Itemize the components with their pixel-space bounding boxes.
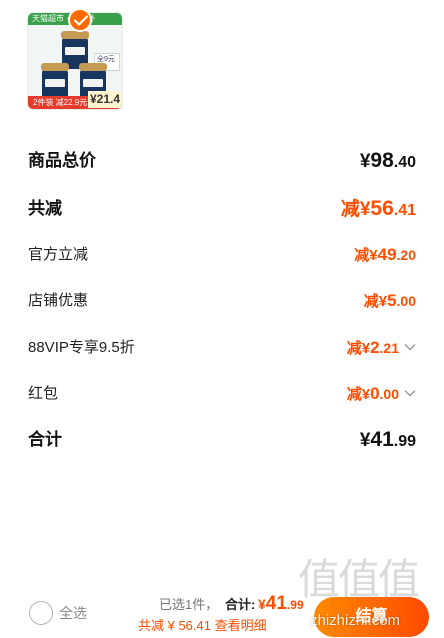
row-label: 红包 <box>28 385 59 402</box>
row-label: 商品总价 <box>28 151 96 170</box>
summary-row-grand-total: 合计 ¥41.99 <box>28 425 416 455</box>
summary-row-red-packet[interactable]: 红包 减¥0.00 <box>28 379 416 409</box>
row-label: 合计 <box>28 430 62 449</box>
total-label: 合计: <box>225 597 256 612</box>
row-value: ¥98.40 <box>359 149 416 172</box>
checkmark-icon <box>74 15 88 26</box>
summary-row-official-discount: 官方立减 减¥49.20 <box>28 240 416 270</box>
row-value: 减¥49.20 <box>354 245 416 264</box>
chevron-down-icon[interactable] <box>404 389 416 397</box>
row-value: ¥41.99 <box>359 428 416 451</box>
summary-row-total-discount: 共减 减¥56.41 <box>28 194 416 224</box>
chevron-down-icon[interactable] <box>404 343 416 351</box>
product-selected-checkbox[interactable] <box>68 8 92 32</box>
row-label: 共减 <box>28 199 62 218</box>
checkout-label: 结算 <box>355 608 388 625</box>
selected-count: 已选1件， <box>159 597 219 612</box>
row-value: 减¥5.00 <box>363 291 416 310</box>
row-value: 减¥56.41 <box>340 197 416 220</box>
promo-strip: 2件装 减22.9元 ¥21.4 <box>28 91 122 109</box>
select-all-checkbox[interactable] <box>29 601 53 625</box>
row-label: 官方立减 <box>28 246 89 263</box>
row-value: 减¥2.21 <box>347 333 416 364</box>
row-label: 88VIP专享9.5折 <box>28 339 135 356</box>
promo-text: 2件装 减22.9元 <box>33 98 88 107</box>
summary-row-store-discount: 店铺优惠 减¥5.00 <box>28 286 416 316</box>
promo-price: ¥21.4 <box>87 91 122 108</box>
total-amount: ¥41.99 <box>258 593 304 614</box>
select-all-label[interactable]: 全选 <box>59 604 87 622</box>
checkout-button[interactable]: 结算 <box>314 597 429 637</box>
row-value: 减¥0.00 <box>347 379 416 410</box>
saving-details-link[interactable]: 共减 ¥ 56.41 查看明细 <box>138 617 267 635</box>
row-label: 店铺优惠 <box>28 292 89 309</box>
summary-row-88vip[interactable]: 88VIP专享9.5折 减¥2.21 <box>28 333 416 363</box>
summary-row-subtotal: 商品总价 ¥98.40 <box>28 146 416 176</box>
